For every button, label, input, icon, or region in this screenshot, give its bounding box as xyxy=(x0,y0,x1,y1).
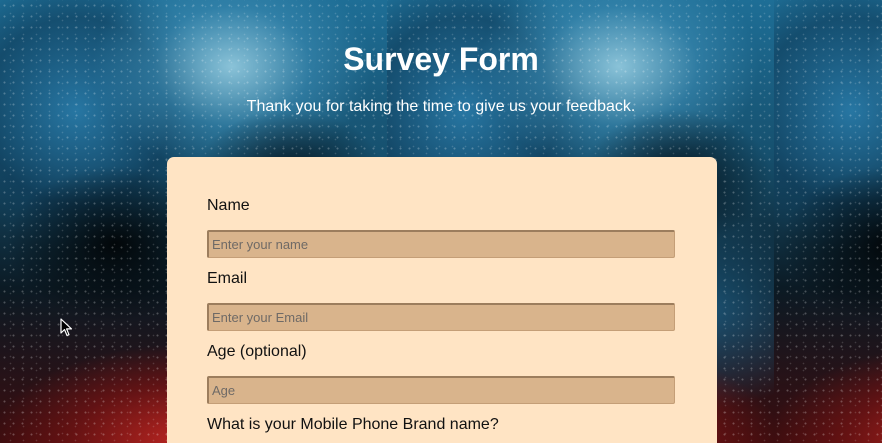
age-input[interactable] xyxy=(207,376,675,404)
phone-brand-label: What is your Mobile Phone Brand name? xyxy=(207,416,499,433)
mouse-pointer-icon xyxy=(60,318,73,337)
page-description: Thank you for taking the time to give us… xyxy=(246,98,636,115)
name-input[interactable] xyxy=(207,230,675,258)
email-input[interactable] xyxy=(207,303,675,331)
age-label: Age (optional) xyxy=(207,343,307,360)
name-label: Name xyxy=(207,197,250,214)
email-label: Email xyxy=(207,270,248,287)
page-title: Survey Form xyxy=(343,41,539,77)
survey-form: Name Email Age (optional) What is your M… xyxy=(167,157,717,443)
